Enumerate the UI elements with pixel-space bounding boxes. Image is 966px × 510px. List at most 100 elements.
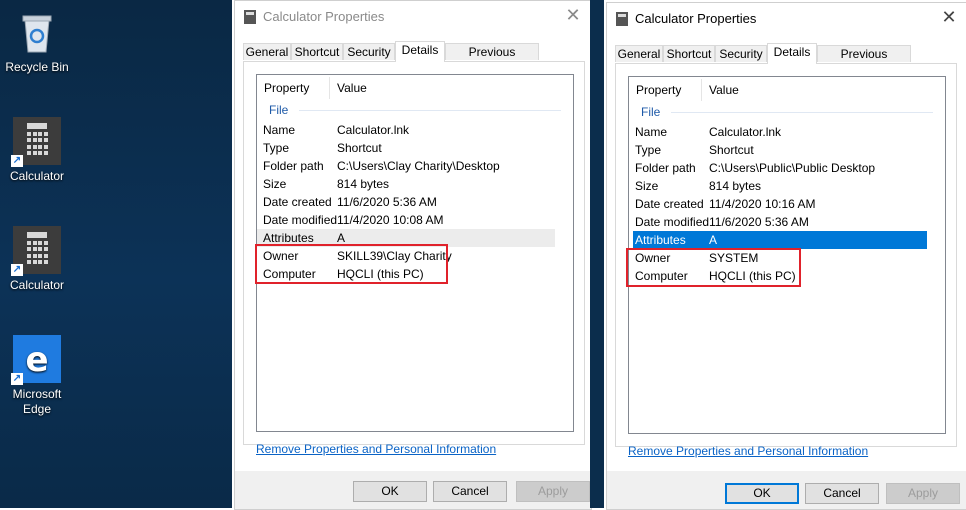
desktop-icon-edge[interactable]: e ↗ Microsoft Edge [0,335,77,417]
column-header-value[interactable]: Value [709,77,739,103]
property-label: Attributes [635,233,686,247]
property-value: Shortcut [709,143,754,157]
title-bar[interactable]: Calculator Properties ✕ [235,1,591,31]
detail-row-size[interactable]: Size 814 bytes [257,175,555,193]
shortcut-arrow-icon: ↗ [11,155,23,167]
column-header-property[interactable]: Property [264,75,309,101]
edge-icon: e ↗ [11,335,61,385]
property-label: Name [263,123,296,137]
detail-row-type[interactable]: Type Shortcut [257,139,555,157]
desktop-icon-calculator[interactable]: ↗ Calculator [0,117,77,184]
desktop-icon-recycle-bin[interactable]: Recycle Bin [0,8,77,75]
properties-icon [244,10,256,24]
tab-general[interactable]: General [243,43,291,60]
tab-shortcut[interactable]: Shortcut [663,45,715,62]
group-header-file: File [269,103,289,117]
ok-button[interactable]: OK [725,483,799,504]
property-value: C:\Users\Public\Public Desktop [709,161,876,175]
calculator-icon: ↗ [11,226,61,276]
cancel-button[interactable]: Cancel [805,483,879,504]
recycle-bin-icon [13,8,61,56]
apply-button[interactable]: Apply [516,481,590,502]
group-divider [299,110,561,111]
desktop: Recycle Bin ↗ Calculator ↗ Calculator e … [0,0,232,508]
tab-security[interactable]: Security [343,43,395,60]
property-value: A [709,233,718,247]
tab-security[interactable]: Security [715,45,767,62]
desktop-icon-calculator[interactable]: ↗ Calculator [0,226,77,293]
properties-dialog-public-shortcut: Calculator Properties ✕ General Shortcut… [606,2,966,510]
detail-row-type[interactable]: Type Shortcut [629,141,927,159]
calculator-icon: ↗ [11,117,61,167]
properties-icon [616,12,628,26]
property-value: 11/6/2020 5:36 AM [709,215,809,229]
details-panel: Property Value File Name Calculator.lnk … [615,63,957,447]
annotation-highlight-box [255,244,448,284]
tab-details[interactable]: Details [395,41,445,62]
property-value: 11/4/2020 10:16 AM [709,197,816,211]
desktop-icon-label: Microsoft Edge [12,387,62,416]
desktop-icon-label: Calculator [9,169,65,183]
detail-row-folder-path[interactable]: Folder path C:\Users\Public\Public Deskt… [629,159,927,177]
detail-row-name[interactable]: Name Calculator.lnk [629,123,927,141]
close-icon[interactable]: ✕ [563,5,583,25]
properties-dialog-desktop-shortcut: Calculator Properties ✕ General Shortcut… [234,0,592,510]
detail-row-folder-path[interactable]: Folder path C:\Users\Clay Charity\Deskto… [257,157,555,175]
property-value: Calculator.lnk [337,123,410,137]
property-value: Calculator.lnk [709,125,782,139]
property-label: Type [635,143,662,157]
cancel-button[interactable]: Cancel [433,481,507,502]
property-label: Type [263,141,290,155]
detail-row-date-created[interactable]: Date created 11/6/2020 5:36 AM [257,193,555,211]
property-label: Folder path [263,159,324,173]
annotation-highlight-box [626,248,801,287]
property-label: Name [635,125,668,139]
detail-row-date-created[interactable]: Date created 11/4/2020 10:16 AM [629,195,927,213]
details-panel: Property Value File Name Calculator.lnk … [243,61,585,445]
remove-properties-link[interactable]: Remove Properties and Personal Informati… [256,442,496,456]
tab-shortcut[interactable]: Shortcut [291,43,343,60]
column-header-property[interactable]: Property [636,77,681,103]
svg-text:e: e [25,340,48,380]
apply-button[interactable]: Apply [886,483,960,504]
window-title: Calculator Properties [263,9,385,24]
detail-row-name[interactable]: Name Calculator.lnk [257,121,555,139]
detail-row-attributes[interactable]: Attributes A [633,231,927,249]
details-list[interactable]: Property Value File Name Calculator.lnk … [255,74,574,432]
property-value: 11/6/2020 5:36 AM [337,195,437,209]
details-list[interactable]: Property Value File Name Calculator.lnk … [626,76,946,434]
column-divider[interactable] [701,79,702,101]
column-header-value[interactable]: Value [337,75,367,101]
property-label: Date modified [635,215,710,229]
property-value: 814 bytes [709,179,762,193]
tab-general[interactable]: General [615,45,663,62]
property-label: Size [635,179,659,193]
close-icon[interactable]: ✕ [939,7,959,27]
desktop-icon-label: Calculator [9,278,65,292]
property-label: Folder path [635,161,696,175]
window-title: Calculator Properties [635,11,757,26]
detail-row-size[interactable]: Size 814 bytes [629,177,927,195]
desktop-background [590,0,604,508]
ok-button[interactable]: OK [353,481,427,502]
property-label: Date created [635,197,704,211]
tab-strip: General Shortcut Security Details Previo… [615,43,955,78]
property-label: Date modified [263,213,338,227]
group-header-file: File [641,105,661,119]
property-label: Date created [263,195,332,209]
property-label: Size [263,177,287,191]
remove-properties-link[interactable]: Remove Properties and Personal Informati… [628,444,868,458]
shortcut-arrow-icon: ↗ [11,373,23,385]
tab-previous-versions[interactable]: Previous Versions [817,45,911,78]
shortcut-arrow-icon: ↗ [11,264,23,276]
property-value: 814 bytes [337,177,390,191]
detail-row-date-modified[interactable]: Date modified 11/6/2020 5:36 AM [629,213,927,231]
tab-details[interactable]: Details [767,43,817,64]
dialog-footer: OK Cancel Apply [607,471,966,509]
title-bar[interactable]: Calculator Properties ✕ [607,3,966,33]
detail-row-date-modified[interactable]: Date modified 11/4/2020 10:08 AM [257,211,555,229]
column-divider[interactable] [329,77,330,99]
property-value: C:\Users\Clay Charity\Desktop [337,159,500,173]
tab-previous-versions[interactable]: Previous Versions [445,43,539,76]
desktop-icon-label: Recycle Bin [5,60,69,74]
